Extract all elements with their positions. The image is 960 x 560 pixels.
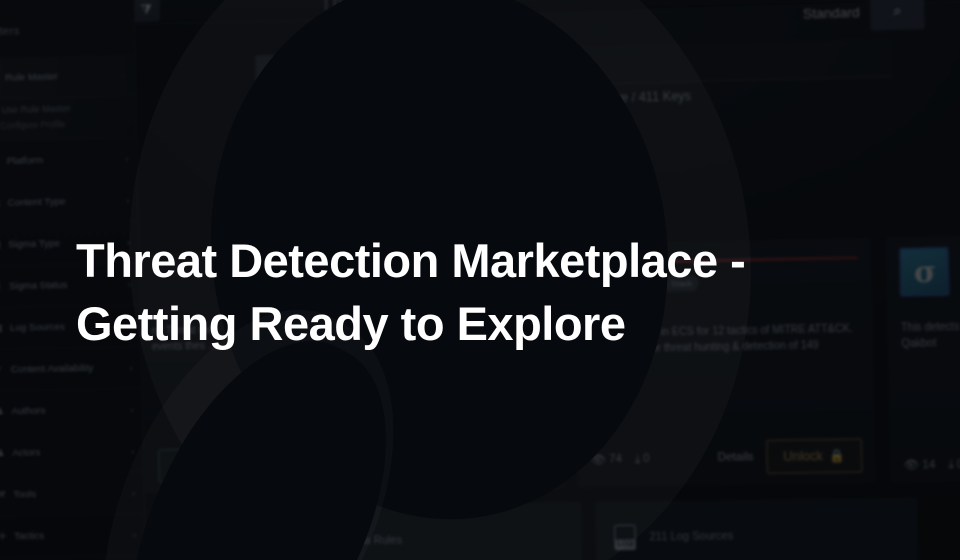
overlay-title: Threat Detection Marketplace - Getting R… <box>76 234 746 350</box>
screenshot-stage: Filters ⚿ Rule Master ⌄ Use Rule Master … <box>0 0 960 560</box>
